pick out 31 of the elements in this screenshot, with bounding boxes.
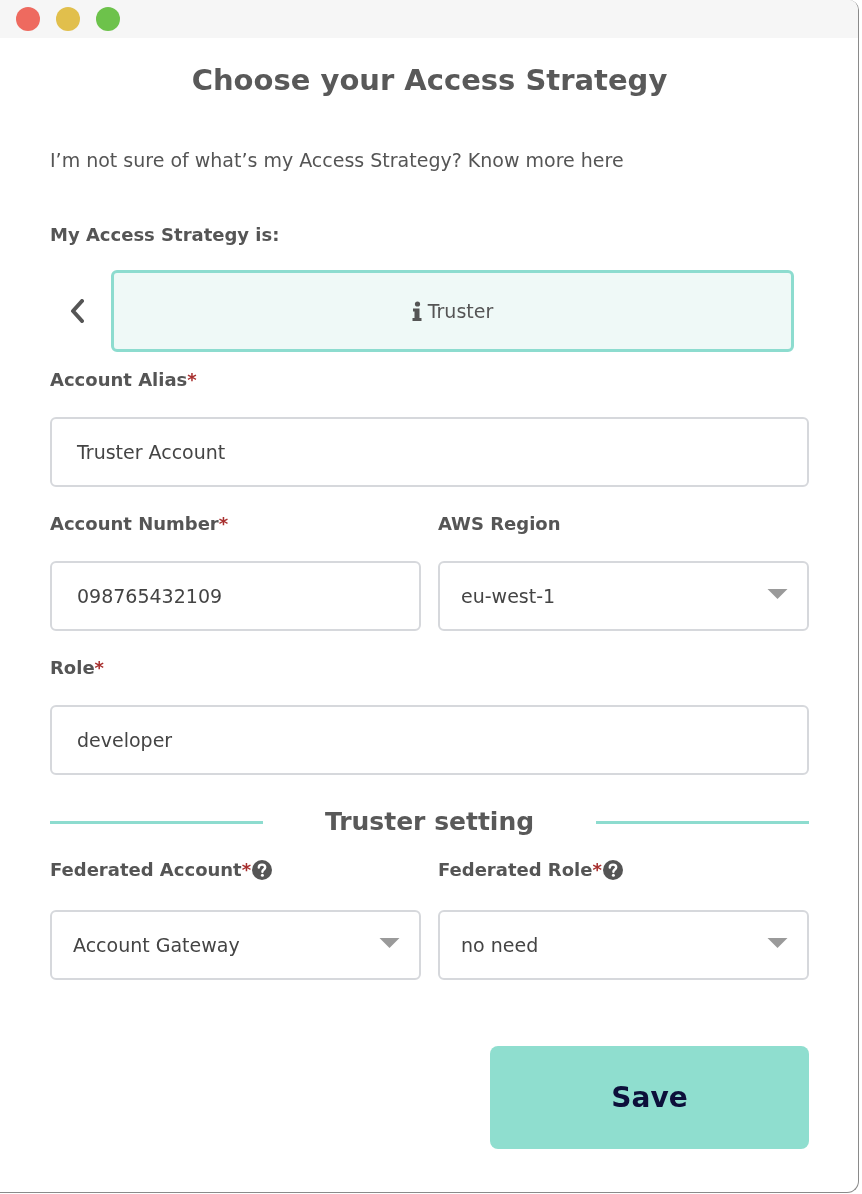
field-label: Account Number [50, 513, 219, 535]
caret-icon [767, 938, 788, 948]
required-mark: * [241, 859, 252, 881]
required-mark: * [218, 513, 229, 535]
strategy-label: My Access Strategy is: [50, 224, 281, 246]
field-label: Federated Account [50, 859, 242, 881]
dropdown-field[interactable]: Account Gateway [50, 910, 421, 980]
field-label: Account Alias [50, 369, 188, 391]
page-title: Choose your Access Strategy [190, 62, 669, 98]
field-label: AWS Region [438, 513, 561, 535]
field-label: Role [50, 657, 95, 679]
required-mark: * [187, 369, 197, 391]
info-icon [411, 301, 422, 321]
help-icon[interactable] [252, 860, 273, 880]
caret-icon [767, 589, 788, 599]
input-field[interactable]: developer [50, 705, 809, 775]
field-label: Federated Role [438, 859, 593, 881]
strategy-option[interactable]: Truster [111, 270, 794, 352]
input-field[interactable]: Truster Account [50, 417, 809, 487]
section-title: Truster setting [324, 806, 535, 838]
save-button[interactable]: Save [490, 1046, 809, 1149]
caret-icon [379, 938, 400, 948]
input-field[interactable]: 098765432109 [50, 561, 421, 631]
chevron-left-icon [70, 299, 84, 323]
required-mark: * [94, 657, 105, 679]
window-control-icon[interactable] [16, 7, 40, 31]
help-text: I’m not sure of what’s my Access Strategy? Know more here [50, 148, 625, 172]
dropdown-field[interactable]: no need [438, 910, 809, 980]
required-mark: * [592, 859, 602, 881]
dropdown-field[interactable]: eu-west-1 [438, 561, 809, 631]
help-icon[interactable] [602, 860, 623, 880]
